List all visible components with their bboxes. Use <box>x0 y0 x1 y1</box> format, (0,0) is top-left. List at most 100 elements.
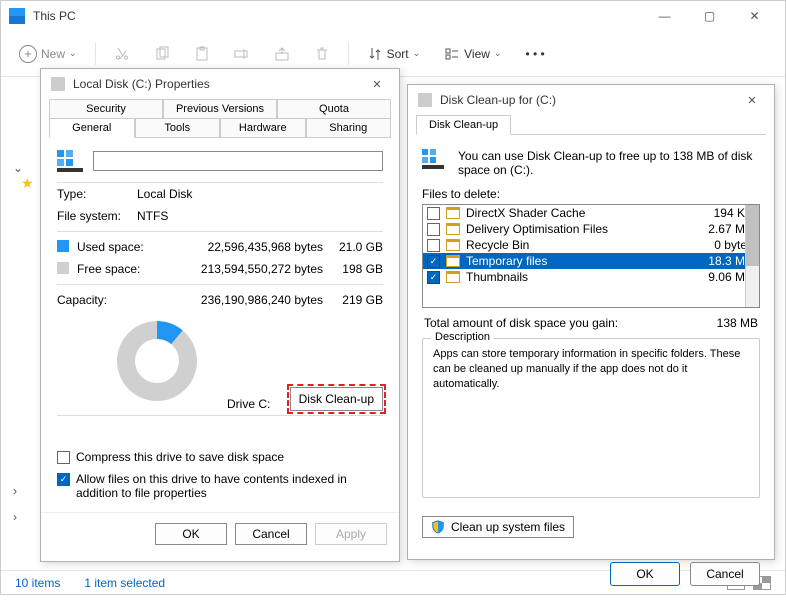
tab-quota[interactable]: Quota <box>277 99 391 118</box>
paste-button[interactable] <box>188 42 216 66</box>
file-name: Temporary files <box>466 254 693 268</box>
free-bytes: 213,594,550,272 bytes <box>157 262 323 276</box>
file-list[interactable]: DirectX Shader Cache194 KBDelivery Optim… <box>422 204 760 308</box>
folder-icon <box>446 223 460 235</box>
view-button[interactable]: View ⌄ <box>438 42 507 66</box>
type-value: Local Disk <box>137 187 383 201</box>
tab-sharing[interactable]: Sharing <box>306 118 392 137</box>
delete-icon <box>314 46 330 62</box>
tab-tools[interactable]: Tools <box>135 118 221 137</box>
share-icon <box>274 46 290 62</box>
nav-item[interactable]: › <box>5 504 37 530</box>
this-pc-icon <box>9 8 25 24</box>
chevron-down-icon: ⌄ <box>494 48 502 59</box>
file-list-item[interactable]: ✓Temporary files18.3 MB <box>423 253 759 269</box>
share-button[interactable] <box>268 42 296 66</box>
file-checkbox[interactable] <box>427 239 440 252</box>
file-name: DirectX Shader Cache <box>466 206 693 220</box>
view-icon <box>444 46 460 62</box>
dialog-title: Disk Clean-up for (C:) <box>440 93 740 107</box>
chevron-down-icon: ⌄ <box>69 48 77 59</box>
used-swatch <box>57 240 69 252</box>
drive-icon <box>422 149 448 169</box>
drive-name-input[interactable] <box>93 151 383 171</box>
folder-icon <box>446 255 460 267</box>
disk-cleanup-dialog: Disk Clean-up for (C:) ✕ Disk Clean-up Y… <box>407 84 775 560</box>
tab-previous-versions[interactable]: Previous Versions <box>163 99 277 118</box>
nav-collapse[interactable]: ⌄ ★ <box>5 155 37 198</box>
new-button[interactable]: + New ⌄ <box>13 41 83 67</box>
folder-icon <box>446 271 460 283</box>
paste-icon <box>194 46 210 62</box>
file-list-item[interactable]: DirectX Shader Cache194 KB <box>423 205 759 221</box>
ok-button[interactable]: OK <box>155 523 227 545</box>
folder-icon <box>446 207 460 219</box>
file-list-item[interactable]: Delivery Optimisation Files2.67 MB <box>423 221 759 237</box>
file-list-item[interactable]: ✓Thumbnails9.06 MB <box>423 269 759 285</box>
properties-dialog: Local Disk (C:) Properties ✕ Security Pr… <box>40 68 400 562</box>
cancel-button[interactable]: Cancel <box>690 562 760 586</box>
tab-disk-cleanup[interactable]: Disk Clean-up <box>416 115 511 135</box>
nav-item[interactable]: › <box>5 478 37 504</box>
close-button[interactable]: ✕ <box>732 1 777 31</box>
ok-button[interactable]: OK <box>610 562 680 586</box>
clean-system-files-button[interactable]: Clean up system files <box>422 516 574 538</box>
disk-cleanup-button[interactable]: Disk Clean-up <box>290 387 383 411</box>
files-to-delete-label: Files to delete: <box>422 187 760 204</box>
description-text: Apps can store temporary information in … <box>433 347 749 392</box>
file-name: Recycle Bin <box>466 238 693 252</box>
used-bytes: 22,596,435,968 bytes <box>157 240 323 254</box>
maximize-button[interactable]: ▢ <box>687 1 732 31</box>
drive-label: Drive C: <box>227 397 270 411</box>
cleanup-info-text: You can use Disk Clean-up to free up to … <box>458 149 760 177</box>
compress-checkbox[interactable] <box>57 451 70 464</box>
close-button[interactable]: ✕ <box>740 94 764 107</box>
type-label: Type: <box>57 187 137 201</box>
item-count: 10 items <box>15 576 60 590</box>
free-swatch <box>57 262 69 274</box>
total-label: Total amount of disk space you gain: <box>424 316 717 330</box>
drive-icon <box>57 150 83 172</box>
dialog-title: Local Disk (C:) Properties <box>73 77 365 91</box>
selected-count: 1 item selected <box>84 576 165 590</box>
capacity-label: Capacity: <box>57 293 157 307</box>
sort-button[interactable]: Sort ⌄ <box>361 42 427 66</box>
file-list-item[interactable]: Recycle Bin0 bytes <box>423 237 759 253</box>
drive-icon <box>51 77 65 91</box>
title-bar: This PC — ▢ ✕ <box>1 1 785 31</box>
rename-button[interactable] <box>228 42 256 66</box>
capacity-bytes: 236,190,986,240 bytes <box>157 293 323 307</box>
tab-general[interactable]: General <box>49 118 135 138</box>
tab-hardware[interactable]: Hardware <box>220 118 306 137</box>
free-size: 198 GB <box>323 262 383 276</box>
tab-security[interactable]: Security <box>49 99 163 118</box>
compress-label: Compress this drive to save disk space <box>76 450 284 464</box>
more-button[interactable]: • • • <box>519 43 550 65</box>
minimize-button[interactable]: — <box>642 1 687 31</box>
file-checkbox[interactable] <box>427 223 440 236</box>
chevron-down-icon: ⌄ <box>413 48 421 59</box>
file-name: Thumbnails <box>466 270 693 284</box>
scrollbar[interactable] <box>745 205 759 307</box>
compress-checkbox-row[interactable]: Compress this drive to save disk space <box>57 446 383 468</box>
dialog-titlebar: Disk Clean-up for (C:) ✕ <box>408 85 774 115</box>
close-button[interactable]: ✕ <box>365 78 389 91</box>
tabs: Security Previous Versions Quota General… <box>49 99 391 138</box>
index-checkbox-row[interactable]: ✓ Allow files on this drive to have cont… <box>57 468 383 504</box>
free-label: Free space: <box>77 262 157 276</box>
index-checkbox[interactable]: ✓ <box>57 473 70 486</box>
file-checkbox[interactable]: ✓ <box>427 271 440 284</box>
delete-button[interactable] <box>308 42 336 66</box>
filesystem-value: NTFS <box>137 209 383 223</box>
cut-icon <box>114 46 130 62</box>
file-checkbox[interactable]: ✓ <box>427 255 440 268</box>
nav-strip: ⌄ ★ › › <box>1 77 41 570</box>
cut-button[interactable] <box>108 42 136 66</box>
apply-button[interactable]: Apply <box>315 523 387 545</box>
file-name: Delivery Optimisation Files <box>466 222 693 236</box>
cancel-button[interactable]: Cancel <box>235 523 307 545</box>
file-checkbox[interactable] <box>427 207 440 220</box>
index-label: Allow files on this drive to have conten… <box>76 472 383 500</box>
copy-button[interactable] <box>148 42 176 66</box>
description-title: Description <box>431 331 494 343</box>
